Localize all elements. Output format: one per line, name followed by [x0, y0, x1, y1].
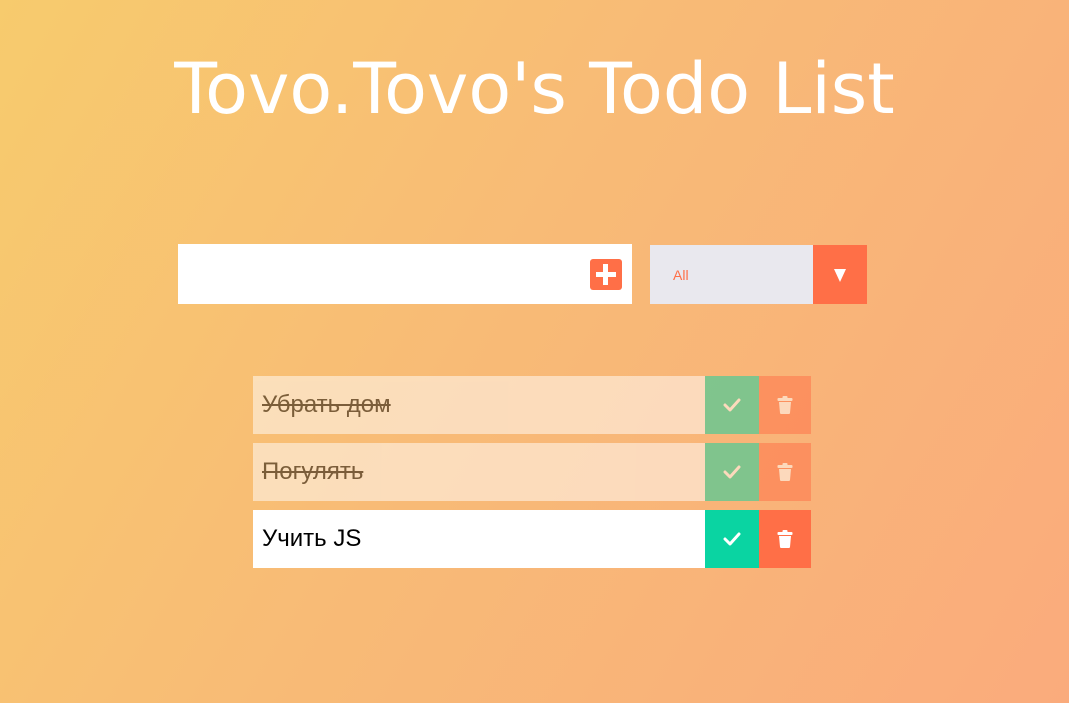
todo-text: Погулять	[262, 458, 364, 485]
check-icon	[723, 398, 741, 412]
todo-text: Убрать дом	[262, 391, 391, 418]
todo-text: Учить JS	[262, 525, 362, 552]
delete-button[interactable]	[759, 510, 811, 568]
todo-item: Учить JS	[253, 510, 811, 568]
complete-button[interactable]	[705, 510, 759, 568]
add-todo-button[interactable]	[590, 259, 622, 290]
filter-dropdown-button[interactable]	[813, 245, 867, 304]
check-icon	[723, 465, 741, 479]
trash-icon	[777, 463, 793, 481]
delete-button[interactable]	[759, 443, 811, 501]
page-title: Tovo.Tovo's Todo List	[174, 48, 895, 130]
filter-select[interactable]: All	[650, 245, 867, 304]
complete-button[interactable]	[705, 376, 759, 434]
delete-button[interactable]	[759, 376, 811, 434]
todo-input[interactable]	[178, 244, 578, 304]
complete-button[interactable]	[705, 443, 759, 501]
trash-icon	[777, 396, 793, 414]
todo-item: Погулять	[253, 443, 811, 501]
trash-icon	[777, 530, 793, 548]
check-icon	[723, 532, 741, 546]
filter-selected-value: All	[673, 267, 689, 283]
todo-form	[178, 244, 632, 304]
todo-item: Убрать дом	[253, 376, 811, 434]
triangle-down-icon	[834, 269, 846, 282]
todo-list: Убрать дом Погулять Учить JS	[253, 376, 811, 577]
